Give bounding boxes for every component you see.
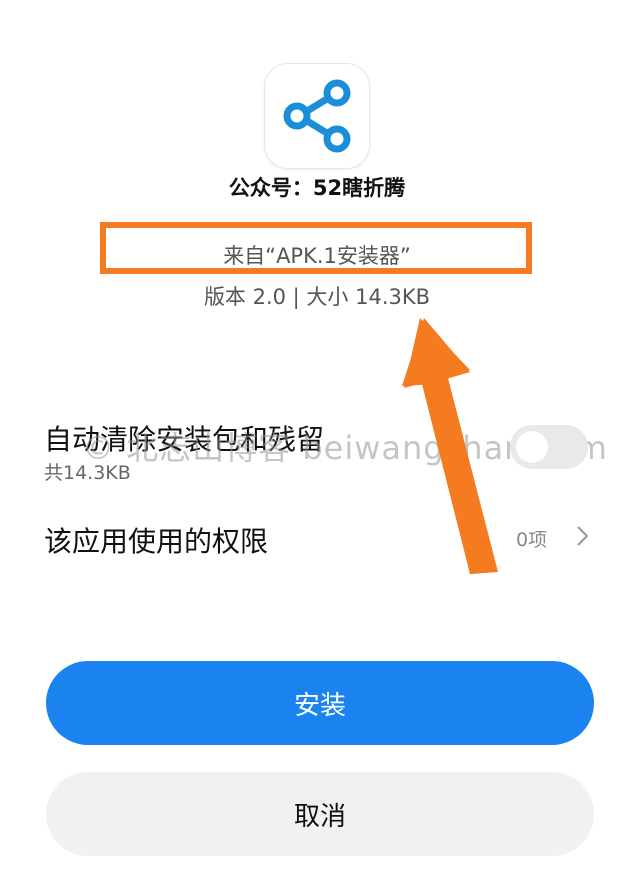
highlight-box xyxy=(100,222,532,274)
auto-clean-toggle[interactable] xyxy=(510,425,588,469)
auto-clean-size: 共14.3KB xyxy=(44,462,131,484)
version-info: 版本 2.0 | 大小 14.3KB xyxy=(203,285,431,309)
share-icon xyxy=(283,79,351,153)
auto-clean-title: 自动清除安装包和残留 xyxy=(44,423,325,456)
chevron-right-icon[interactable] xyxy=(572,524,592,548)
permissions-count[interactable]: 0项 xyxy=(516,525,547,552)
app-name: 公众号：52瞎折腾 xyxy=(228,176,406,200)
installer-page: 公众号：52瞎折腾 来自“APK.1安装器” 版本 2.0 | 大小 14.3K… xyxy=(0,0,634,881)
app-icon xyxy=(264,63,370,169)
toggle-knob xyxy=(516,431,548,463)
permissions-title[interactable]: 该应用使用的权限 xyxy=(44,520,268,560)
install-button[interactable]: 安装 xyxy=(46,661,594,745)
cancel-button[interactable]: 取消 xyxy=(46,772,594,856)
